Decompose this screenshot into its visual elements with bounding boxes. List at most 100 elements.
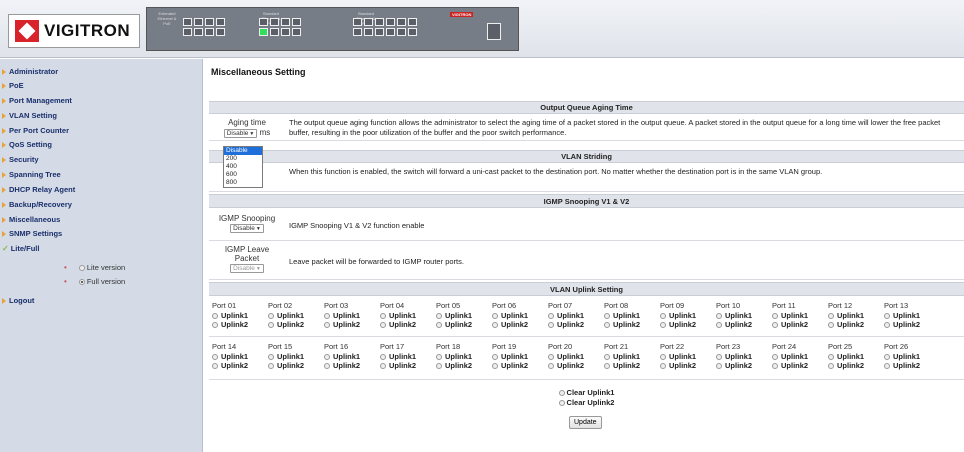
uplink1-radio[interactable]: [212, 353, 218, 360]
uplink2-option[interactable]: Uplink2: [268, 361, 321, 371]
uplink1-radio[interactable]: [492, 353, 498, 360]
uplink2-radio[interactable]: [268, 363, 274, 370]
uplink2-option[interactable]: Uplink2: [716, 361, 769, 371]
aging-time-option[interactable]: 200: [224, 155, 262, 163]
uplink1-option[interactable]: Uplink1: [548, 311, 601, 321]
uplink1-option[interactable]: Uplink1: [604, 352, 657, 362]
sidebar-item-per-port-counter[interactable]: Per Port Counter: [2, 126, 69, 135]
uplink2-radio[interactable]: [548, 363, 554, 370]
uplink2-option[interactable]: Uplink2: [380, 320, 433, 330]
uplink2-radio[interactable]: [380, 322, 386, 329]
uplink1-radio[interactable]: [492, 312, 498, 319]
uplink2-option[interactable]: Uplink2: [884, 320, 937, 330]
uplink1-option[interactable]: Uplink1: [380, 352, 433, 362]
sidebar-item-port-management[interactable]: Port Management: [2, 96, 72, 105]
uplink2-radio[interactable]: [660, 322, 666, 329]
uplink2-option[interactable]: Uplink2: [660, 320, 713, 330]
uplink2-radio[interactable]: [604, 363, 610, 370]
sidebar-item-security[interactable]: Security: [2, 155, 39, 164]
uplink1-option[interactable]: Uplink1: [660, 311, 713, 321]
sidebar-item-snmp-settings[interactable]: SNMP Settings: [2, 229, 62, 238]
uplink2-option[interactable]: Uplink2: [604, 320, 657, 330]
uplink1-option[interactable]: Uplink1: [772, 352, 825, 362]
uplink2-option[interactable]: Uplink2: [884, 361, 937, 371]
uplink2-option[interactable]: Uplink2: [548, 361, 601, 371]
uplink2-option[interactable]: Uplink2: [436, 361, 489, 371]
lite-version-option[interactable]: • Lite version: [64, 263, 125, 272]
uplink2-option[interactable]: Uplink2: [548, 320, 601, 330]
uplink1-option[interactable]: Uplink1: [212, 311, 265, 321]
uplink2-radio[interactable]: [548, 322, 554, 329]
uplink1-radio[interactable]: [548, 312, 554, 319]
igmp-leave-select[interactable]: Disable▼: [230, 264, 264, 273]
update-button[interactable]: Update: [569, 416, 602, 429]
uplink1-option[interactable]: Uplink1: [660, 352, 713, 362]
uplink1-radio[interactable]: [380, 312, 386, 319]
uplink1-option[interactable]: Uplink1: [380, 311, 433, 321]
uplink2-option[interactable]: Uplink2: [492, 320, 545, 330]
clear-uplink2-radio[interactable]: [558, 400, 565, 407]
sidebar-item-miscellaneous[interactable]: Miscellaneous: [2, 215, 60, 224]
uplink2-option[interactable]: Uplink2: [324, 320, 377, 330]
clear-uplink1-radio[interactable]: [558, 390, 565, 397]
uplink1-radio[interactable]: [436, 353, 442, 360]
uplink2-radio[interactable]: [324, 363, 330, 370]
uplink2-option[interactable]: Uplink2: [772, 320, 825, 330]
aging-time-option[interactable]: 800: [224, 179, 262, 187]
uplink1-radio[interactable]: [436, 312, 442, 319]
uplink1-radio[interactable]: [604, 312, 610, 319]
uplink2-radio[interactable]: [884, 322, 890, 329]
uplink1-option[interactable]: Uplink1: [492, 311, 545, 321]
uplink1-option[interactable]: Uplink1: [772, 311, 825, 321]
uplink1-radio[interactable]: [772, 312, 778, 319]
uplink2-radio[interactable]: [716, 322, 722, 329]
uplink1-option[interactable]: Uplink1: [268, 352, 321, 362]
sidebar-item-dhcp-relay-agent[interactable]: DHCP Relay Agent: [2, 185, 75, 194]
uplink1-radio[interactable]: [660, 353, 666, 360]
sidebar-item-vlan-setting[interactable]: VLAN Setting: [2, 111, 57, 120]
uplink1-radio[interactable]: [380, 353, 386, 360]
uplink2-radio[interactable]: [716, 363, 722, 370]
uplink2-option[interactable]: Uplink2: [828, 361, 881, 371]
aging-time-option[interactable]: Disable: [224, 147, 262, 155]
uplink2-option[interactable]: Uplink2: [604, 361, 657, 371]
uplink2-radio[interactable]: [268, 322, 274, 329]
aging-time-option[interactable]: 600: [224, 171, 262, 179]
full-version-option[interactable]: • Full version: [64, 277, 125, 286]
uplink1-radio[interactable]: [884, 312, 890, 319]
uplink1-option[interactable]: Uplink1: [716, 352, 769, 362]
uplink1-option[interactable]: Uplink1: [324, 352, 377, 362]
lite-version-radio[interactable]: [78, 264, 85, 271]
sidebar-item-poe[interactable]: PoE: [2, 81, 24, 90]
uplink1-option[interactable]: Uplink1: [604, 311, 657, 321]
aging-time-option[interactable]: 400: [224, 163, 262, 171]
uplink1-radio[interactable]: [604, 353, 610, 360]
sidebar-item-backup-recovery[interactable]: Backup/Recovery: [2, 200, 72, 209]
igmp-snooping-select[interactable]: Disable▼: [230, 224, 264, 233]
uplink1-radio[interactable]: [268, 312, 274, 319]
aging-time-select[interactable]: Disable▼: [223, 129, 258, 138]
uplink2-radio[interactable]: [604, 322, 610, 329]
uplink1-option[interactable]: Uplink1: [436, 311, 489, 321]
uplink2-option[interactable]: Uplink2: [380, 361, 433, 371]
uplink1-option[interactable]: Uplink1: [492, 352, 545, 362]
uplink1-radio[interactable]: [716, 312, 722, 319]
uplink1-option[interactable]: Uplink1: [212, 352, 265, 362]
uplink2-radio[interactable]: [492, 322, 498, 329]
sidebar-item-lite-full[interactable]: ✓ Lite/Full: [2, 244, 39, 253]
uplink2-radio[interactable]: [492, 363, 498, 370]
uplink1-radio[interactable]: [212, 312, 218, 319]
uplink1-radio[interactable]: [828, 312, 834, 319]
uplink2-option[interactable]: Uplink2: [716, 320, 769, 330]
uplink2-radio[interactable]: [212, 322, 218, 329]
uplink2-option[interactable]: Uplink2: [324, 361, 377, 371]
sidebar-item-spanning-tree[interactable]: Spanning Tree: [2, 170, 61, 179]
clear-uplink2-option[interactable]: Clear Uplink2: [209, 398, 964, 408]
uplink2-option[interactable]: Uplink2: [772, 361, 825, 371]
uplink2-option[interactable]: Uplink2: [212, 320, 265, 330]
uplink1-radio[interactable]: [828, 353, 834, 360]
uplink1-option[interactable]: Uplink1: [268, 311, 321, 321]
uplink1-option[interactable]: Uplink1: [436, 352, 489, 362]
uplink2-radio[interactable]: [660, 363, 666, 370]
uplink2-option[interactable]: Uplink2: [828, 320, 881, 330]
